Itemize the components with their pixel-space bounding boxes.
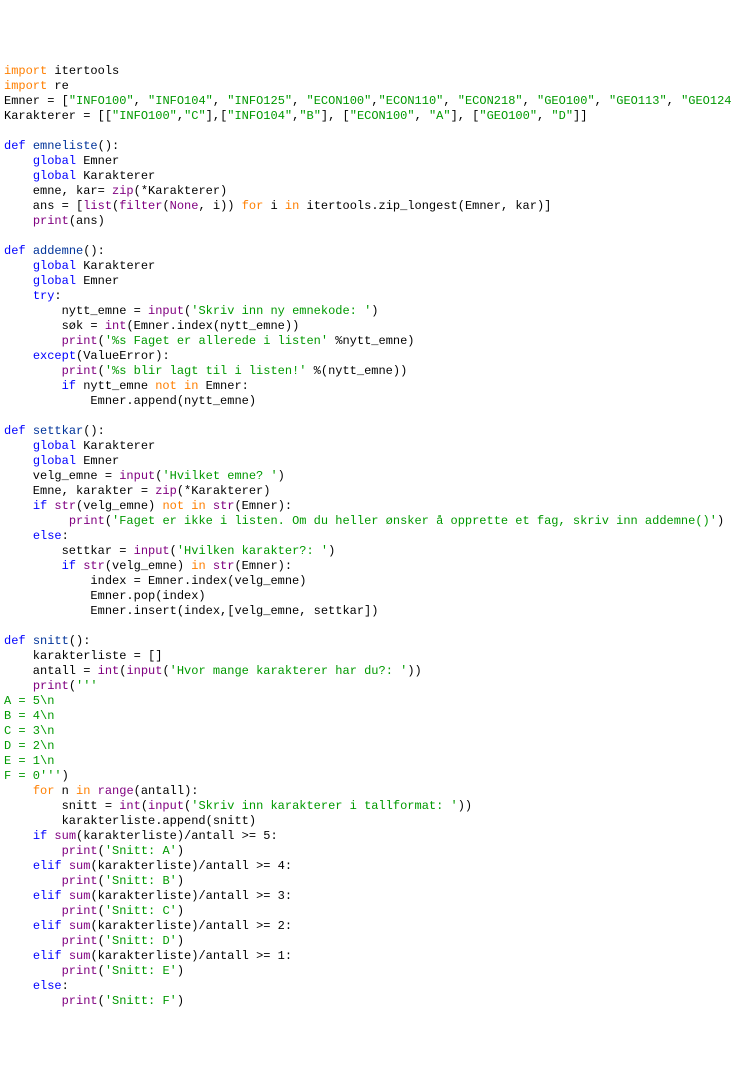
grade-label: Snitt: F (112, 994, 170, 1008)
prompt-text: Hvor mange karakterer har du?: (177, 664, 400, 678)
prompt-text: Skriv inn ny emnekode: (198, 304, 364, 318)
func-name: settkar (33, 424, 83, 438)
prompt-text: Hvilket emne? (170, 469, 271, 483)
emne-literal: ECON110 (386, 94, 436, 108)
module-name: re (54, 79, 68, 93)
msg-text: %s Faget er allerede i listen (112, 334, 321, 348)
threshold-val: 3 (278, 889, 285, 903)
threshold-val: 4 (278, 859, 285, 873)
kar-code: INFO100 (119, 109, 169, 123)
prompt-text: Hvilken karakter?: (184, 544, 321, 558)
kar-code: INFO104 (234, 109, 284, 123)
threshold-val: 1 (278, 949, 285, 963)
prompt-text: Skriv inn karakterer i tallformat: (198, 799, 450, 813)
threshold-val: 5 (263, 829, 270, 843)
msg-text: %s blir lagt til i listen! (112, 364, 299, 378)
kar-grade: A (436, 109, 443, 123)
global-var: Karakterer (83, 169, 155, 183)
grade-label: Snitt: A (112, 844, 170, 858)
code-block: import itertools import re Emner = ["INF… (4, 64, 731, 1009)
global-var: Karakterer (83, 439, 155, 453)
grade-label: Snitt: B (112, 874, 170, 888)
emne-literal: INFO100 (76, 94, 126, 108)
kar-code: GEO100 (487, 109, 530, 123)
emne-literal: GEO113 (616, 94, 659, 108)
global-var: Karakterer (83, 259, 155, 273)
kar-grade: B (307, 109, 314, 123)
grade-label: Snitt: C (112, 904, 170, 918)
grade-label: Snitt: D (112, 934, 170, 948)
func-name: addemne (33, 244, 83, 258)
func-name: emneliste (33, 139, 98, 153)
global-var: Emner (83, 454, 119, 468)
threshold-val: 2 (278, 919, 285, 933)
kar-code: ECON100 (357, 109, 407, 123)
emne-literal: ECON100 (314, 94, 364, 108)
emne-literal: INFO104 (155, 94, 205, 108)
emne-literal: GEO124 (688, 94, 731, 108)
global-var: Emner (83, 154, 119, 168)
kar-grade: D (559, 109, 566, 123)
global-var: Emner (83, 274, 119, 288)
grade-label: Snitt: E (112, 964, 170, 978)
msg-text: Faget er ikke i listen. Om du heller øns… (119, 514, 710, 528)
emne-literal: INFO125 (234, 94, 284, 108)
module-name: itertools (54, 64, 119, 78)
kar-grade: C (191, 109, 198, 123)
except-type: ValueError (83, 349, 155, 363)
emne-literal: ECON218 (465, 94, 515, 108)
emne-literal: GEO100 (544, 94, 587, 108)
func-name: snitt (33, 634, 69, 648)
